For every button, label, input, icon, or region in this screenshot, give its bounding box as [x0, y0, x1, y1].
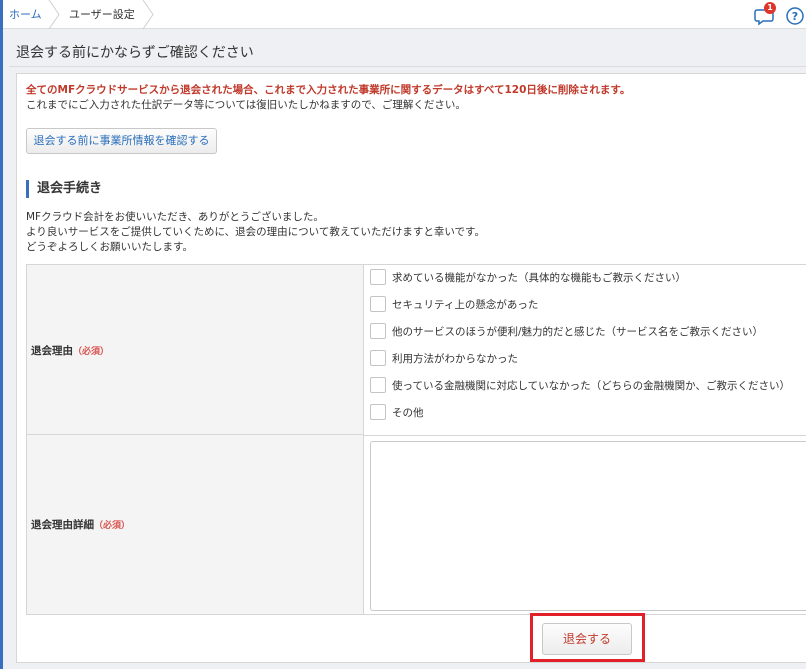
section-heading: 退会手続き: [26, 180, 102, 198]
intro-line: どうぞよろしくお願いいたします。: [26, 241, 193, 253]
reason-checkbox-other-service[interactable]: 他のサービスのほうが便利/魅力的だと感じた（サービス名をご教示ください）: [370, 322, 763, 340]
withdrawal-form: 退会理由（必須） 退会理由詳細（必須） 求めている機能がなかった（具体的な機能も…: [26, 264, 806, 615]
required-mark: （必須）: [94, 521, 131, 531]
page-title: 退会する前にかならずご確認ください: [16, 45, 254, 61]
checkbox[interactable]: [370, 404, 386, 420]
reason-checkbox-bank-unsupported[interactable]: 使っている金融機関に対応していなかった（どちらの金融機関か、ご教示ください）: [370, 376, 790, 394]
required-mark: （必須）: [73, 347, 110, 357]
deletion-warning: 全てのMFクラウドサービスから退会された場合、これまで入力された事業所に関するデ…: [26, 84, 631, 96]
recovery-note: これまでにご入力された仕訳データ等については復旧いたしかねますので、ご理解くださ…: [26, 99, 466, 111]
svg-text:?: ?: [792, 10, 798, 23]
notification-button[interactable]: 1: [754, 2, 776, 26]
help-icon: ?: [786, 7, 804, 25]
checkbox[interactable]: [370, 323, 386, 339]
intro-line: MFクラウド会計をお使いいただき、ありがとうございました。: [26, 211, 324, 223]
reason-checkbox-other[interactable]: その他: [370, 403, 424, 421]
breadcrumb-home-link[interactable]: ホーム: [9, 0, 42, 29]
notification-badge: 1: [764, 2, 776, 14]
title-divider: [9, 66, 806, 67]
detail-label-cell: 退会理由詳細（必須）: [27, 435, 364, 614]
withdraw-submit-button[interactable]: 退会する: [542, 623, 632, 655]
checkbox[interactable]: [370, 350, 386, 366]
content-panel: 全てのMFクラウドサービスから退会された場合、これまで入力された事業所に関するデ…: [16, 73, 806, 663]
checkbox-label: 求めている機能がなかった（具体的な機能もご教示ください）: [392, 271, 686, 284]
intro-line: より良いサービスをご提供していくために、退会の理由について教えていただけますと幸…: [26, 226, 485, 238]
reason-checkbox-security[interactable]: セキュリティ上の懸念があった: [370, 295, 538, 313]
help-button[interactable]: ?: [784, 4, 806, 26]
reason-label: 退会理由（必須）: [31, 345, 110, 357]
reason-checkbox-usage-unclear[interactable]: 利用方法がわからなかった: [370, 349, 518, 367]
checkbox[interactable]: [370, 296, 386, 312]
checkbox-label: 利用方法がわからなかった: [392, 352, 518, 365]
confirm-office-info-button[interactable]: 退会する前に事業所情報を確認する: [26, 128, 217, 154]
checkbox-label: その他: [392, 406, 424, 419]
reason-label-cell: 退会理由（必須）: [27, 265, 364, 435]
checkbox-label: 使っている金融機関に対応していなかった（どちらの金融機関か、ご教示ください）: [392, 379, 790, 392]
breadcrumb-current: ユーザー設定: [69, 8, 135, 21]
reason-checkbox-no-feature[interactable]: 求めている機能がなかった（具体的な機能もご教示ください）: [370, 268, 686, 286]
top-bar: ホーム ユーザー設定 1 ?: [3, 0, 806, 29]
row-divider: [364, 435, 806, 436]
left-edge-bar: [0, 0, 3, 669]
breadcrumb-separator: [47, 0, 61, 29]
checkbox-label: 他のサービスのほうが便利/魅力的だと感じた（サービス名をご教示ください）: [392, 325, 764, 338]
checkbox[interactable]: [370, 269, 386, 285]
checkbox-label: セキュリティ上の懸念があった: [392, 298, 539, 311]
detail-label: 退会理由詳細（必須）: [31, 519, 131, 531]
breadcrumb-separator: [141, 0, 155, 29]
reason-detail-textarea[interactable]: [370, 441, 806, 611]
checkbox[interactable]: [370, 377, 386, 393]
